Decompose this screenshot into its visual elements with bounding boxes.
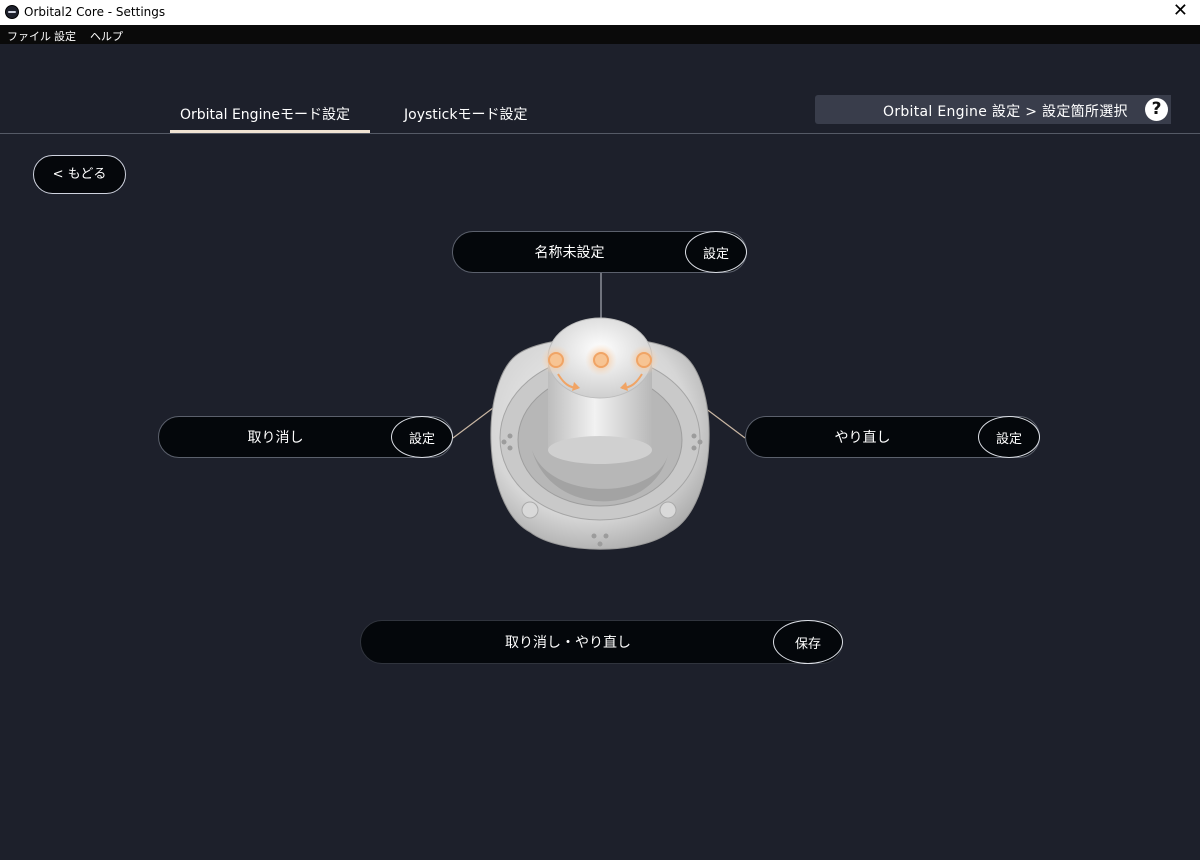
control-bottom-label: 取り消し・やり直し [505,635,631,651]
control-right: やり直し 設定 [745,416,1040,458]
control-left: 取り消し 設定 [158,416,453,458]
tab-divider [0,133,1200,134]
control-bottom: 取り消し・やり直し 保存 [360,620,843,664]
base-hole [521,501,539,519]
highlight-point-center-core [593,352,609,368]
menu-bar: ファイル 設定 ヘルプ [0,25,1200,44]
help-icon[interactable]: ? [1145,98,1168,121]
control-top-label: 名称未設定 [534,245,605,261]
app-icon [5,5,19,19]
back-button[interactable]: < もどる [33,155,126,194]
control-left-set-button[interactable]: 設定 [391,416,453,458]
breadcrumb: Orbital Engine 設定 > 設定箇所選択 ? [815,95,1171,124]
device-illustration [452,273,746,550]
control-right-set-button[interactable]: 設定 [978,416,1040,458]
control-top: 名称未設定 設定 [452,231,747,273]
control-left-label: 取り消し [247,430,304,446]
tab-joystick[interactable]: Joystickモード設定 [404,104,527,124]
tab-orbital-engine[interactable]: Orbital Engineモード設定 [180,104,350,124]
device-shaft-band [548,436,652,464]
menu-item-help[interactable]: ヘルプ [90,28,123,44]
base-hole [659,501,677,519]
control-top-set-button[interactable]: 設定 [685,231,747,273]
control-right-label: やり直し [834,430,891,446]
highlight-point-right-core [636,352,652,368]
window-title: Orbital2 Core - Settings [24,5,166,19]
highlight-point-left-core [548,352,564,368]
breadcrumb-text: Orbital Engine 設定 > 設定箇所選択 [883,104,1128,120]
menu-item-settings[interactable]: 設定 [54,28,76,44]
save-button[interactable]: 保存 [773,620,843,664]
close-icon[interactable]: ✕ [1173,1,1188,21]
menu-item-file[interactable]: ファイル [7,28,51,44]
title-bar: Orbital2 Core - Settings ✕ [0,0,1200,25]
